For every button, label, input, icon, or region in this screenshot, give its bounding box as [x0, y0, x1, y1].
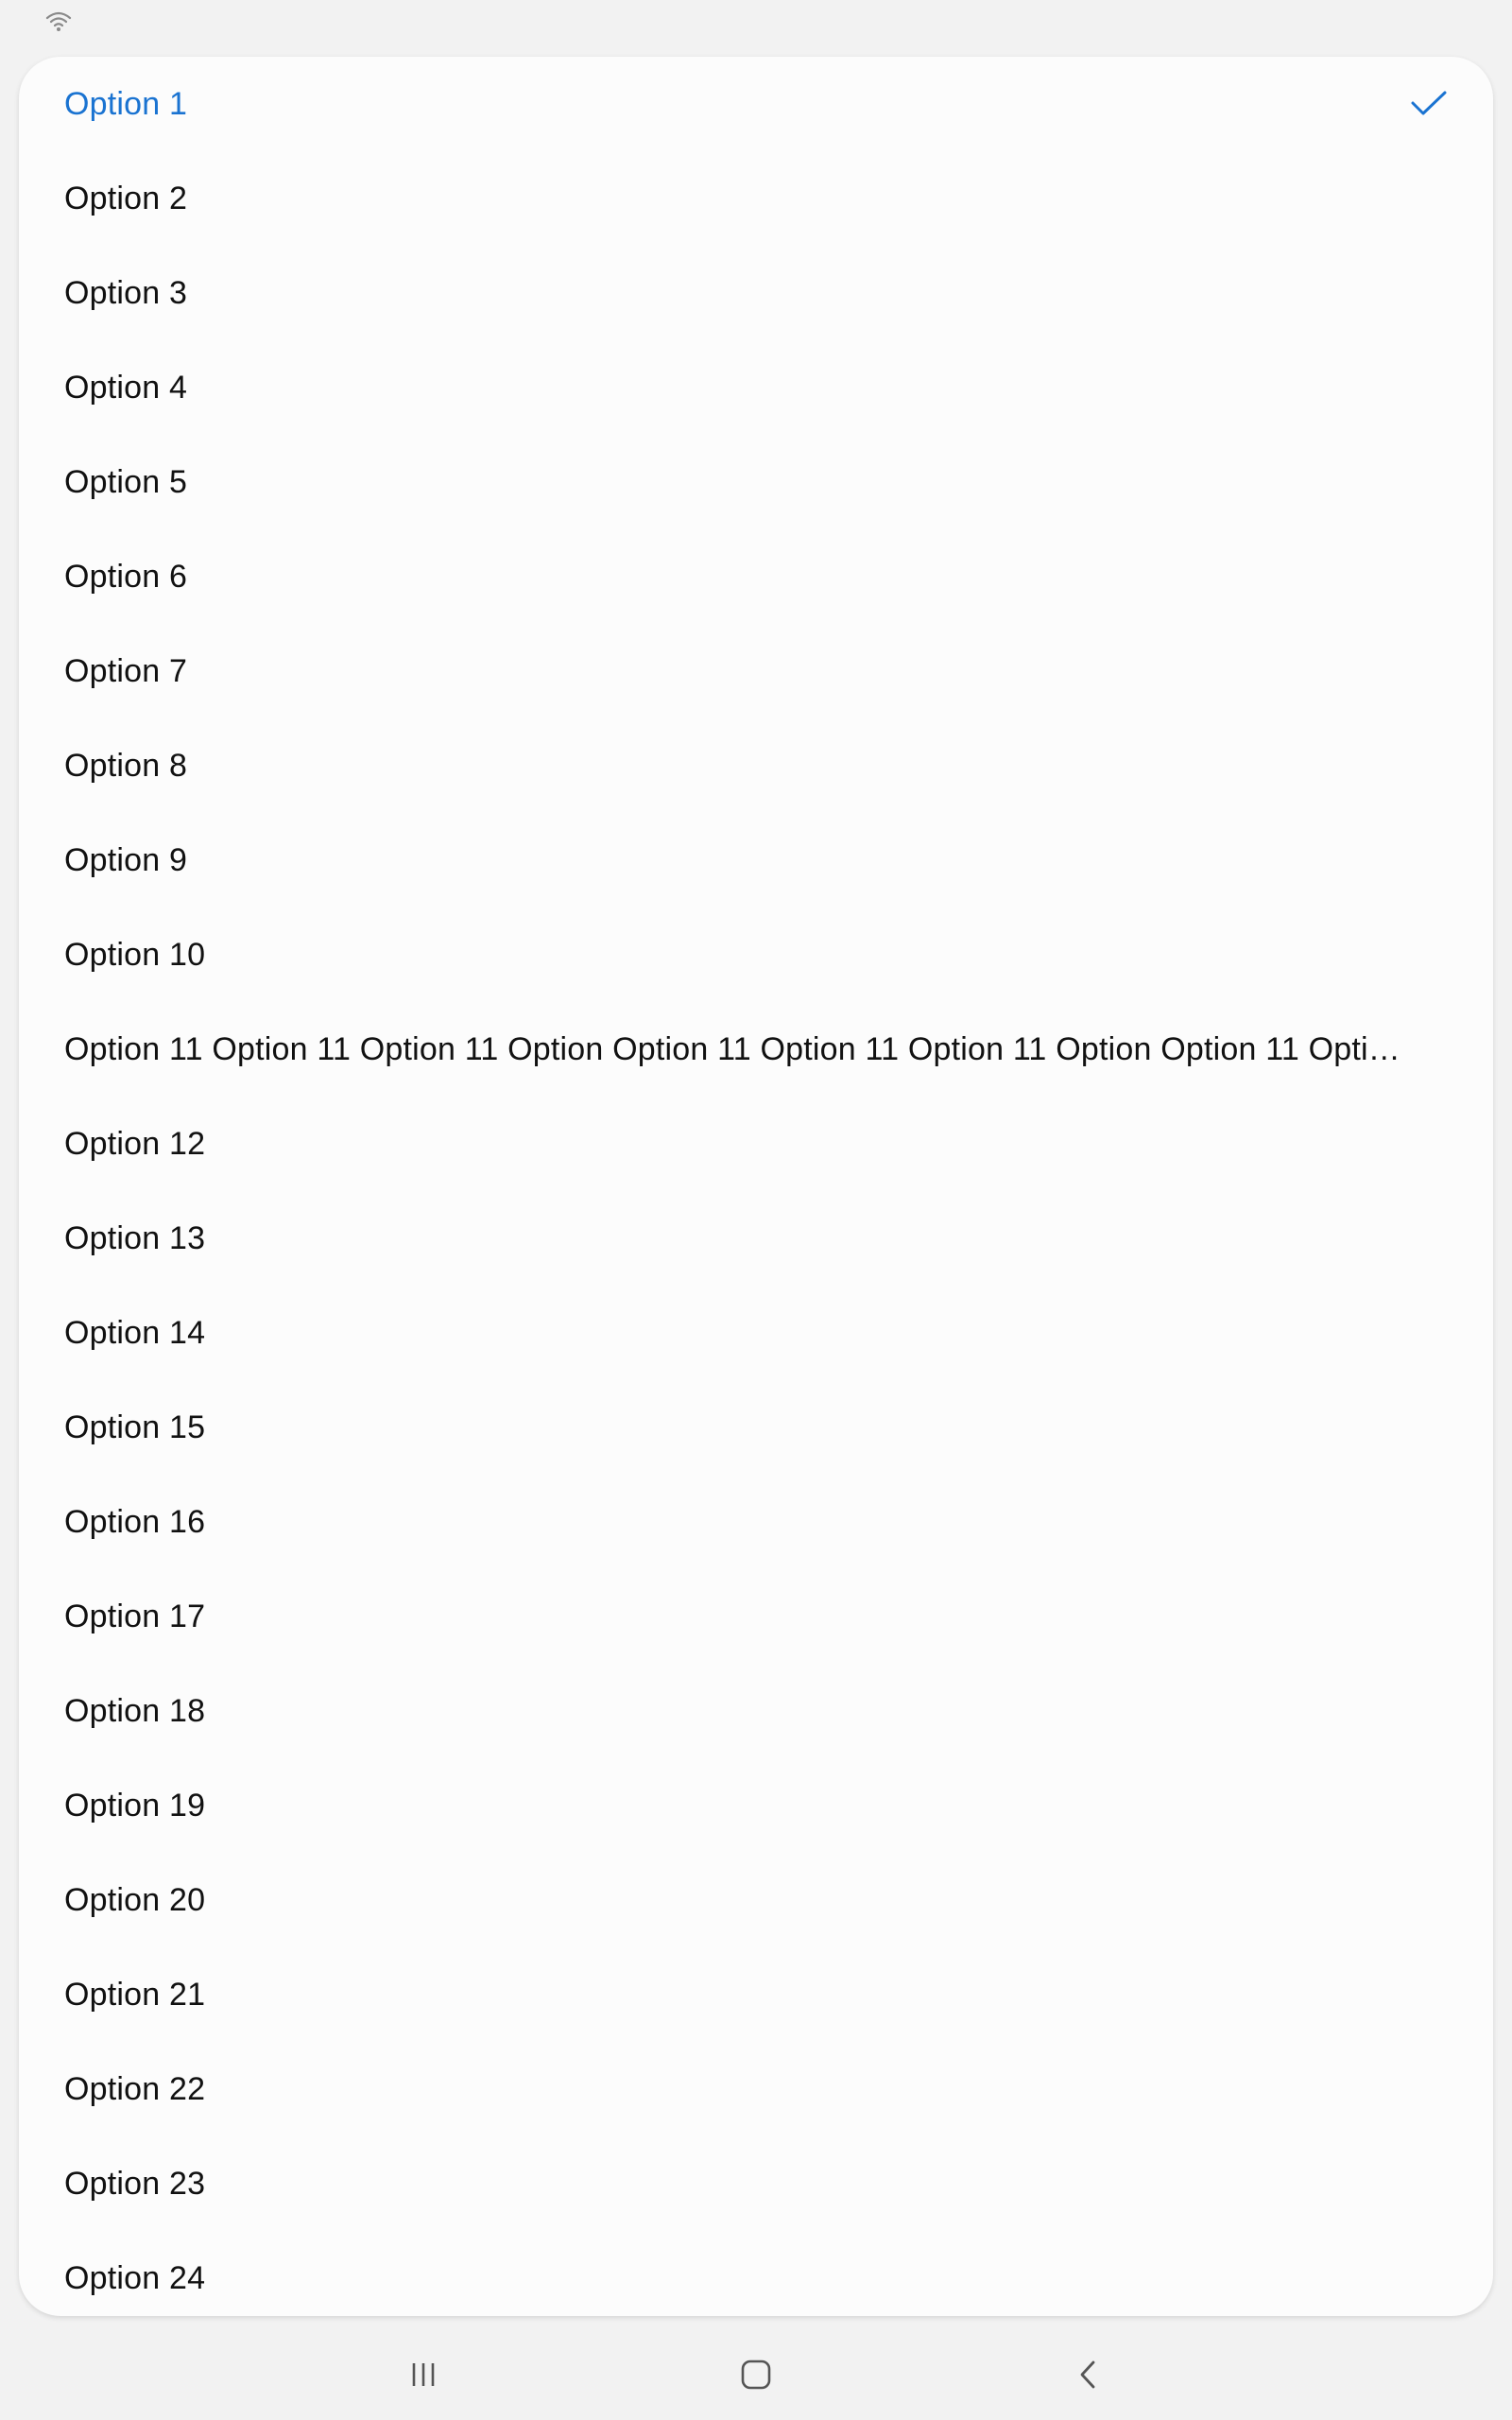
option-label: Option 19	[64, 1787, 206, 1824]
option-item[interactable]: Option 22	[19, 2042, 1493, 2136]
option-label: Option 14	[64, 1314, 206, 1351]
option-label: Option 15	[64, 1409, 206, 1445]
back-icon	[1080, 2360, 1095, 2389]
home-icon	[741, 2360, 771, 2390]
navigation-bar	[0, 2325, 1512, 2420]
option-item[interactable]: Option 10	[19, 908, 1493, 1002]
option-item[interactable]: Option 1	[19, 57, 1493, 151]
option-item[interactable]: Option 6	[19, 529, 1493, 624]
option-item[interactable]: Option 21	[19, 1947, 1493, 2042]
option-item[interactable]: Option 9	[19, 813, 1493, 908]
option-item[interactable]: Option 23	[19, 2136, 1493, 2231]
option-item[interactable]: Option 20	[19, 1853, 1493, 1947]
option-label: Option 4	[64, 369, 188, 406]
option-label: Option 7	[64, 652, 188, 689]
option-label: Option 6	[64, 558, 188, 595]
check-icon	[1411, 91, 1447, 115]
option-label: Option 9	[64, 841, 188, 878]
option-item[interactable]: Option 11 Option 11 Option 11 Option Opt…	[19, 1002, 1493, 1097]
option-item[interactable]: Option 4	[19, 340, 1493, 435]
option-item[interactable]: Option 18	[19, 1664, 1493, 1758]
option-label: Option 1	[64, 85, 188, 122]
option-label: Option 8	[64, 747, 188, 784]
option-label: Option 12	[64, 1125, 206, 1162]
back-button[interactable]	[1060, 2346, 1117, 2403]
option-label: Option 16	[64, 1503, 206, 1540]
option-item[interactable]: Option 13	[19, 1191, 1493, 1286]
option-item[interactable]: Option 19	[19, 1758, 1493, 1853]
dropdown-sheet: Option 1 Option 2 Option 3 Option 4 Option 5…	[19, 57, 1493, 2316]
wifi-icon	[45, 11, 72, 31]
option-label: Option 10	[64, 936, 206, 973]
recents-button[interactable]	[395, 2346, 452, 2403]
option-label: Option 17	[64, 1598, 206, 1634]
option-list: Option 1 Option 2 Option 3 Option 4 Option 5…	[19, 57, 1493, 2316]
home-button[interactable]	[728, 2346, 784, 2403]
option-item[interactable]: Option 7	[19, 624, 1493, 718]
option-label: Option 22	[64, 2070, 206, 2107]
option-label: Option 5	[64, 463, 188, 500]
option-item[interactable]: Option 8	[19, 718, 1493, 813]
option-item[interactable]: Option 24	[19, 2231, 1493, 2316]
option-label: Option 3	[64, 274, 188, 311]
option-label: Option 24	[64, 2259, 206, 2296]
option-item[interactable]: Option 15	[19, 1380, 1493, 1475]
option-label: Option 2	[64, 180, 188, 216]
status-bar	[0, 0, 1512, 51]
option-label: Option 23	[64, 2165, 206, 2202]
option-label: Option 11 Option 11 Option 11 Option Opt…	[64, 1030, 1408, 1067]
option-label: Option 21	[64, 1976, 206, 2013]
option-label: Option 18	[64, 1692, 206, 1729]
option-item[interactable]: Option 5	[19, 435, 1493, 529]
option-item[interactable]: Option 17	[19, 1569, 1493, 1664]
option-item[interactable]: Option 16	[19, 1475, 1493, 1569]
recents-icon	[412, 2363, 435, 2386]
option-item[interactable]: Option 12	[19, 1097, 1493, 1191]
option-label: Option 13	[64, 1219, 206, 1256]
option-label: Option 20	[64, 1881, 206, 1918]
option-item[interactable]: Option 3	[19, 246, 1493, 340]
option-item[interactable]: Option 14	[19, 1286, 1493, 1380]
option-item[interactable]: Option 2	[19, 151, 1493, 246]
